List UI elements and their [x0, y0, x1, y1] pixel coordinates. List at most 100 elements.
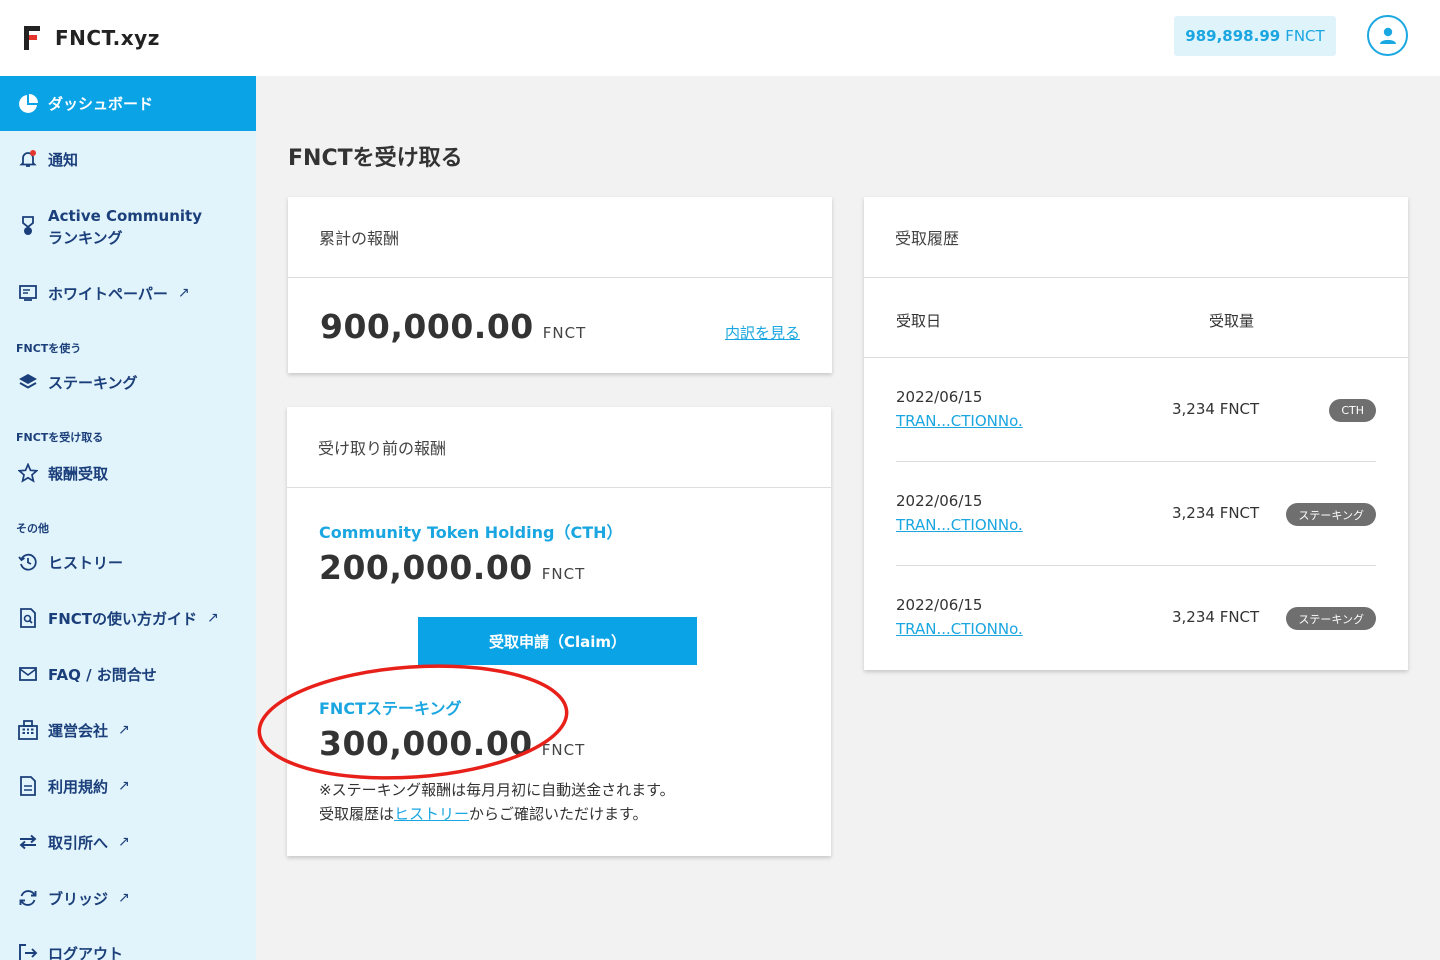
sidebar-item-ranking[interactable]: Active Community ランキング	[17, 205, 202, 249]
receipt-history-card: 受取履歴 受取日 受取量 2022/06/15 TRAN...CTIONNo. …	[864, 197, 1408, 670]
sidebar-item-faq[interactable]: FAQ / お問合せ	[17, 663, 157, 685]
sidebar-item-history[interactable]: ヒストリー	[17, 551, 123, 573]
layers-icon	[17, 371, 39, 393]
sidebar-section-use: FNCTを使う	[16, 342, 82, 355]
pie-chart-icon	[17, 93, 39, 115]
sidebar-section-other: その他	[16, 522, 49, 535]
cth-label: Community Token Holding（CTH）	[319, 523, 623, 542]
sidebar-item-label: FAQ / お問合せ	[48, 665, 157, 684]
history-icon	[17, 551, 39, 573]
receipt-date: 2022/06/15	[896, 596, 983, 614]
sidebar-item-label: 報酬受取	[48, 464, 109, 483]
external-link-icon: ↗	[207, 610, 219, 626]
sidebar-item-terms[interactable]: 利用規約 ↗	[17, 775, 130, 797]
sidebar-item-company[interactable]: 運営会社 ↗	[17, 719, 130, 741]
column-header-amount: 受取量	[1209, 312, 1255, 330]
balance-value: 989,898.99	[1185, 27, 1281, 45]
table-row: 2022/06/15 TRAN...CTIONNo. 3,234 FNCT ステ…	[896, 462, 1376, 566]
sidebar-item-exchange[interactable]: 取引所へ ↗	[17, 831, 130, 853]
claim-button[interactable]: 受取申請（Claim）	[418, 617, 697, 665]
breakdown-link[interactable]: 内訳を見る	[725, 322, 800, 343]
balance-unit: FNCT	[1285, 27, 1325, 45]
receipt-date: 2022/06/15	[896, 492, 983, 510]
sidebar-item-logout[interactable]: ログアウト	[17, 942, 123, 960]
sidebar-item-label: ダッシュボード	[48, 95, 154, 113]
sidebar-item-label: FNCTの使い方ガイド	[48, 609, 198, 628]
fnct-logo-icon	[24, 26, 42, 50]
receipt-date: 2022/06/15	[896, 388, 983, 406]
type-badge: ステーキング	[1286, 503, 1376, 526]
sidebar-item-label: 運営会社	[48, 721, 109, 740]
sidebar-item-whitepaper[interactable]: ホワイトペーパー ↗	[17, 282, 190, 304]
sidebar-item-ranking-label: Active Community ランキング	[48, 205, 202, 249]
type-badge: CTH	[1329, 399, 1376, 422]
table-row: 2022/06/15 TRAN...CTIONNo. 3,234 FNCT ステ…	[896, 566, 1376, 670]
history-link[interactable]: ヒストリー	[394, 805, 469, 823]
wallet-balance[interactable]: 989,898.99 FNCT	[1174, 16, 1336, 56]
receipt-amount: 3,234 FNCT	[1172, 400, 1260, 418]
sidebar-item-bridge[interactable]: ブリッジ ↗	[17, 887, 130, 909]
bell-icon	[17, 148, 39, 170]
sidebar-item-dashboard[interactable]: ダッシュボード	[0, 76, 256, 131]
receipt-amount: 3,234 FNCT	[1172, 608, 1260, 626]
amount-unit: FNCT	[541, 565, 586, 583]
medal-icon	[17, 216, 39, 238]
user-icon	[1379, 27, 1396, 44]
external-link-icon: ↗	[118, 722, 130, 738]
history-table-header: 受取日 受取量	[864, 278, 1408, 358]
external-link-icon: ↗	[177, 285, 190, 301]
type-badge: ステーキング	[1286, 607, 1376, 630]
amount-value: 900,000.00	[320, 307, 534, 346]
sidebar-item-label: ホワイトペーパー	[48, 284, 168, 303]
sidebar-item-label: 通知	[48, 150, 79, 169]
sidebar-section-receive: FNCTを受け取る	[16, 431, 104, 444]
external-link-icon: ↗	[118, 834, 130, 850]
sidebar-item-label: ログアウト	[48, 944, 124, 960]
sidebar-item-staking[interactable]: ステーキング	[17, 371, 138, 393]
sidebar-item-label: Active Community	[48, 207, 203, 225]
sidebar-item-label: ステーキング	[48, 373, 138, 392]
card-title: 受け取り前の報酬	[287, 407, 831, 488]
sidebar-item-notifications[interactable]: 通知	[17, 148, 78, 170]
note-text: からご確認いただけます。	[469, 805, 648, 823]
pending-rewards-card: 受け取り前の報酬 Community Token Holding（CTH） 20…	[287, 407, 831, 856]
column-header-date: 受取日	[896, 312, 942, 330]
amount-unit: FNCT	[542, 324, 587, 342]
sidebar-item-rewards[interactable]: 報酬受取	[17, 462, 108, 484]
sidebar-item-guide[interactable]: FNCTの使い方ガイド ↗	[17, 607, 219, 629]
file-text-icon	[17, 775, 39, 797]
sidebar-item-label: ブリッジ	[48, 889, 109, 908]
sidebar-item-label: ランキング	[48, 229, 123, 247]
receipt-amount: 3,234 FNCT	[1172, 504, 1260, 522]
building-icon	[17, 719, 39, 741]
sidebar-item-label: 取引所へ	[48, 833, 109, 852]
amount-value: 200,000.00	[319, 548, 533, 587]
star-icon	[17, 462, 39, 484]
swap-arrows-icon	[17, 831, 39, 853]
transaction-link[interactable]: TRAN...CTIONNo.	[896, 412, 1023, 430]
account-button[interactable]	[1367, 15, 1408, 56]
top-header: FNCT.xyz 989,898.99 FNCT	[0, 0, 1440, 76]
logo[interactable]: FNCT.xyz	[24, 26, 160, 50]
note-text: 受取履歴は	[319, 805, 395, 823]
cumulative-rewards-card: 累計の報酬 900,000.00 FNCT 内訳を見る	[288, 197, 832, 373]
card-title: 受取履歴	[864, 197, 1408, 278]
staking-note-line2: 受取履歴はヒストリーからご確認いただけます。	[319, 803, 648, 824]
logo-text: FNCT.xyz	[55, 26, 160, 50]
sidebar: ダッシュボード 通知 Active Community ランキング ホワイトペー…	[0, 76, 256, 960]
document-icon	[17, 282, 39, 304]
annotation-circle	[257, 664, 569, 780]
sidebar-item-label: ヒストリー	[48, 553, 124, 572]
document-search-icon	[17, 607, 39, 629]
logout-icon	[17, 942, 39, 960]
sync-icon	[17, 887, 39, 909]
external-link-icon: ↗	[118, 778, 130, 794]
transaction-link[interactable]: TRAN...CTIONNo.	[896, 620, 1023, 638]
card-title: 累計の報酬	[288, 197, 832, 278]
transaction-link[interactable]: TRAN...CTIONNo.	[896, 516, 1023, 534]
page-title: FNCTを受け取る	[288, 146, 463, 171]
mail-icon	[17, 663, 39, 685]
sidebar-item-label: 利用規約	[48, 777, 109, 796]
external-link-icon: ↗	[118, 890, 130, 906]
cth-amount: 200,000.00 FNCT	[319, 548, 585, 587]
